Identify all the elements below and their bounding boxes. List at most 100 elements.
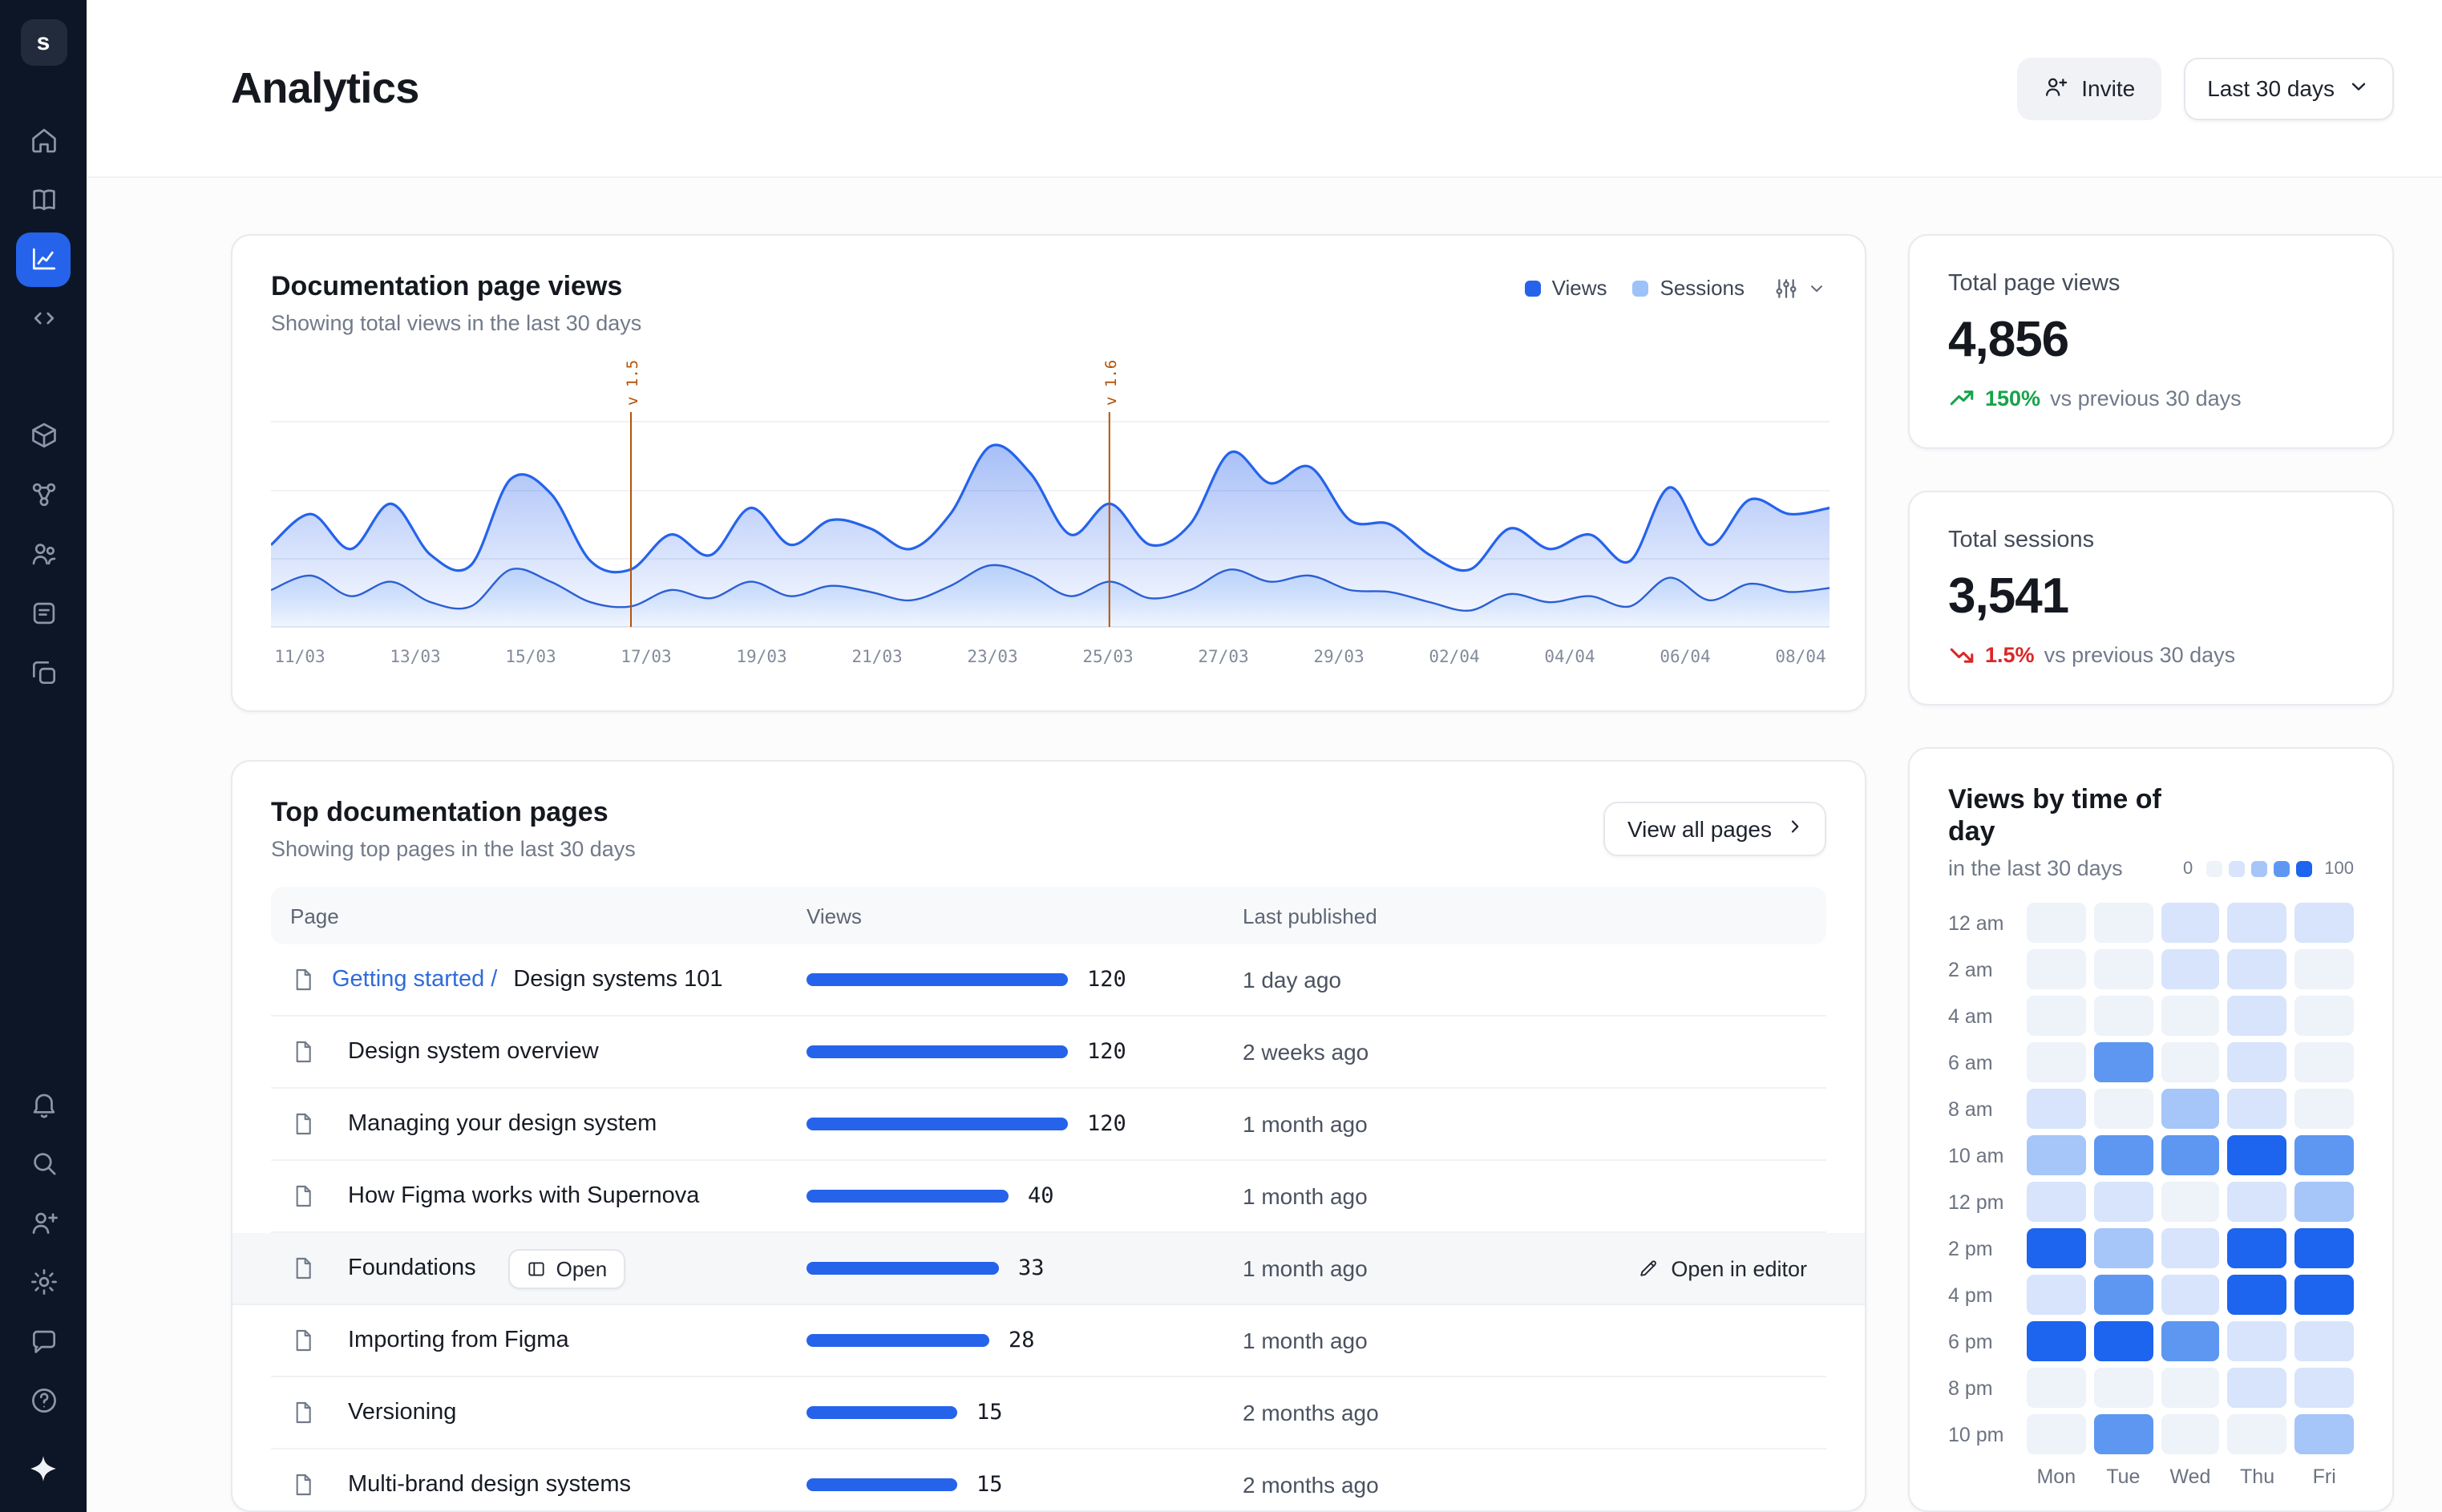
heatmap-cell (2228, 1089, 2287, 1129)
heatmap-legend-min: 0 (2183, 859, 2193, 879)
sidebar-item-duplicate[interactable] (16, 645, 71, 700)
invite-button-label: Invite (2081, 75, 2135, 101)
heatmap-header: Views by time of day in the last 30 days… (1948, 784, 2354, 880)
svg-text:06/04: 06/04 (1660, 647, 1710, 666)
heatmap-col-label: Tue (2094, 1466, 2153, 1488)
pencil-icon (1637, 1257, 1660, 1280)
views-bar (807, 1334, 989, 1347)
sidebar-item-users[interactable] (16, 527, 71, 581)
svg-text:25/03: 25/03 (1082, 647, 1133, 666)
main-area: Analytics Invite Last 30 days (87, 0, 2442, 1512)
views-count: 28 (1009, 1328, 1035, 1353)
view-all-pages-button[interactable]: View all pages (1603, 802, 1826, 856)
page-link: Versioning (348, 1400, 456, 1425)
sidebar-item-analytics[interactable] (16, 232, 71, 286)
heatmap-cell (2228, 1414, 2287, 1454)
sidebar-item-code[interactable] (16, 291, 71, 346)
sidebar-item-home[interactable] (16, 113, 71, 168)
open-in-editor-button[interactable]: Open in editor (1637, 1256, 1807, 1280)
heatmap-cell (2294, 949, 2354, 989)
heatmap-cell (2294, 1321, 2354, 1361)
views-count: 33 (1018, 1255, 1045, 1281)
invite-button[interactable]: Invite (2017, 57, 2161, 119)
stat-trend: 150% vs previous 30 days (1948, 385, 2354, 412)
sidebar-item-search[interactable] (16, 1136, 71, 1191)
sidebar-item-invite-user[interactable] (16, 1195, 71, 1250)
table-card-subtitle: Showing top pages in the last 30 days (271, 837, 636, 861)
integrations-icon (28, 479, 59, 510)
heatmap-cell (2161, 1135, 2220, 1175)
table-body: Getting started / Design systems 1011201… (271, 944, 1826, 1512)
heatmap-row-label: 8 am (1948, 1098, 2019, 1120)
views-bar (807, 1190, 1009, 1203)
settings-icon (28, 1267, 59, 1297)
table-row[interactable]: Versioning152 months ago (271, 1377, 1826, 1449)
views-bar (807, 1045, 1068, 1058)
table-row[interactable]: Getting started / Design systems 1011201… (271, 944, 1826, 1017)
page-title: Analytics (231, 63, 419, 113)
sidebar-item-integrations[interactable] (16, 467, 71, 522)
heatmap-cell (2027, 1135, 2086, 1175)
table-card-title: Top documentation pages (271, 797, 636, 829)
stat-trend: 1.5% vs previous 30 days (1948, 641, 2354, 669)
trend-up-icon (1948, 385, 1975, 412)
views-count: 120 (1087, 1039, 1126, 1065)
trend-value: 150% (1985, 386, 2040, 410)
heatmap-cell (2228, 1135, 2287, 1175)
legend-item-sessions[interactable]: Sessions (1633, 276, 1745, 300)
heatmap-cell (2094, 1228, 2153, 1268)
chart-filter-button[interactable] (1773, 276, 1826, 301)
topbar: Analytics Invite Last 30 days (87, 0, 2442, 178)
open-button[interactable]: Open (508, 1248, 625, 1288)
heatmap-cell (2027, 1275, 2086, 1315)
heatmap-cell (2094, 949, 2153, 989)
heatmap-legend-swatch (2295, 861, 2311, 877)
table-row[interactable]: Managing your design system1201 month ag… (271, 1089, 1826, 1161)
table-row[interactable]: FoundationsOpen331 month agoOpen in edit… (232, 1233, 1865, 1305)
heatmap-cell (2161, 903, 2220, 943)
legend-item-views[interactable]: Views (1525, 276, 1607, 300)
table-row[interactable]: Design system overview1202 weeks ago (271, 1017, 1826, 1089)
heatmap-cell (2094, 1089, 2153, 1129)
sidebar-item-pages[interactable] (16, 172, 71, 227)
svg-text:v 1.5: v 1.5 (624, 360, 641, 406)
sidebar-item-content[interactable] (16, 586, 71, 641)
document-icon (290, 1111, 316, 1137)
table-row[interactable]: Multi-brand design systems152 months ago (271, 1449, 1826, 1512)
document-icon (290, 1039, 316, 1065)
heatmap-col-label: Wed (2161, 1466, 2220, 1488)
app-window: s Analytics Invite Last 30 days (0, 0, 2442, 1512)
heatmap-row-label: 10 pm (1948, 1423, 2019, 1445)
heatmap-cell (2228, 1182, 2287, 1222)
workspace-logo[interactable]: s (20, 19, 67, 66)
published-date: 1 month ago (1243, 1255, 1368, 1281)
svg-text:04/04: 04/04 (1544, 647, 1595, 666)
views-count: 120 (1087, 1111, 1126, 1137)
stat-label: Total sessions (1948, 528, 2354, 553)
date-range-dropdown[interactable]: Last 30 days (2183, 57, 2394, 119)
chart-controls: Views Sessions (1525, 271, 1826, 335)
svg-text:15/03: 15/03 (505, 647, 556, 666)
svg-text:21/03: 21/03 (851, 647, 902, 666)
sidebar-item-help[interactable] (16, 1373, 71, 1428)
table-row[interactable]: Importing from Figma281 month ago (271, 1305, 1826, 1377)
supernova-icon (27, 1453, 59, 1485)
heatmap-cell (2094, 1414, 2153, 1454)
assets-icon (28, 420, 59, 451)
sliders-icon (1773, 276, 1799, 301)
topbar-actions: Invite Last 30 days (2017, 57, 2394, 119)
heatmap-cell (2161, 1414, 2220, 1454)
table-row[interactable]: How Figma works with Supernova401 month … (271, 1161, 1826, 1233)
sidebar-item-bell[interactable] (16, 1077, 71, 1131)
pages-icon (28, 184, 59, 215)
chart-card-title: Documentation page views (271, 271, 641, 303)
sidebar-item-assets[interactable] (16, 408, 71, 463)
date-range-label: Last 30 days (2207, 75, 2335, 101)
view-all-pages-label: View all pages (1627, 816, 1772, 842)
trend-down-icon (1948, 641, 1975, 669)
heatmap-cell (2094, 1135, 2153, 1175)
sidebar-item-settings[interactable] (16, 1255, 71, 1309)
sidebar-item-feedback[interactable] (16, 1314, 71, 1368)
heatmap-cell (2161, 1368, 2220, 1408)
duplicate-icon (28, 657, 59, 688)
